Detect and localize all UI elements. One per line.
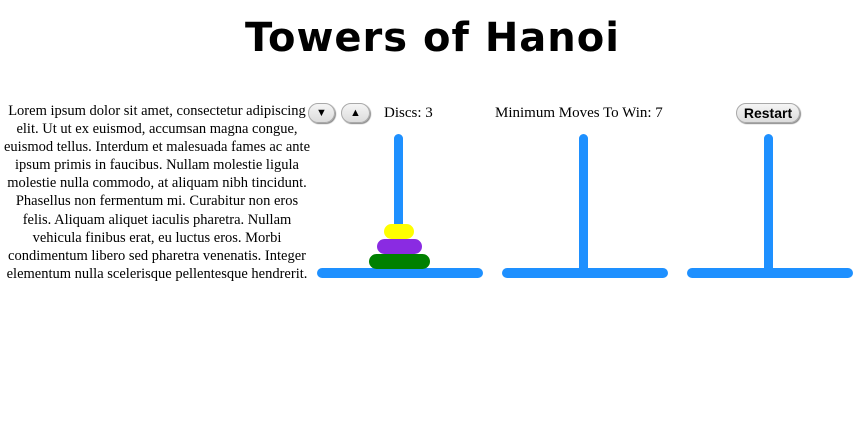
page-title: Towers of Hanoi <box>245 15 620 61</box>
tower-3-peg[interactable] <box>764 134 773 274</box>
tower-2-base[interactable] <box>502 268 668 278</box>
minimum-moves: Minimum Moves To Win: 7 <box>495 105 663 121</box>
restart-button[interactable]: Restart <box>736 103 800 123</box>
increase-discs-button[interactable]: ▲ <box>341 103 370 123</box>
tower-3-base[interactable] <box>687 268 853 278</box>
tower-1-base[interactable] <box>317 268 483 278</box>
tower-2-peg[interactable] <box>579 134 588 274</box>
disc-medium[interactable] <box>377 239 422 254</box>
description-text: Lorem ipsum dolor sit amet, consectetur … <box>4 103 311 282</box>
decrease-discs-button[interactable]: ▼ <box>308 103 335 123</box>
discs-count: Discs: 3 <box>384 105 433 121</box>
disc-small[interactable] <box>384 224 414 239</box>
disc-large[interactable] <box>369 254 430 269</box>
